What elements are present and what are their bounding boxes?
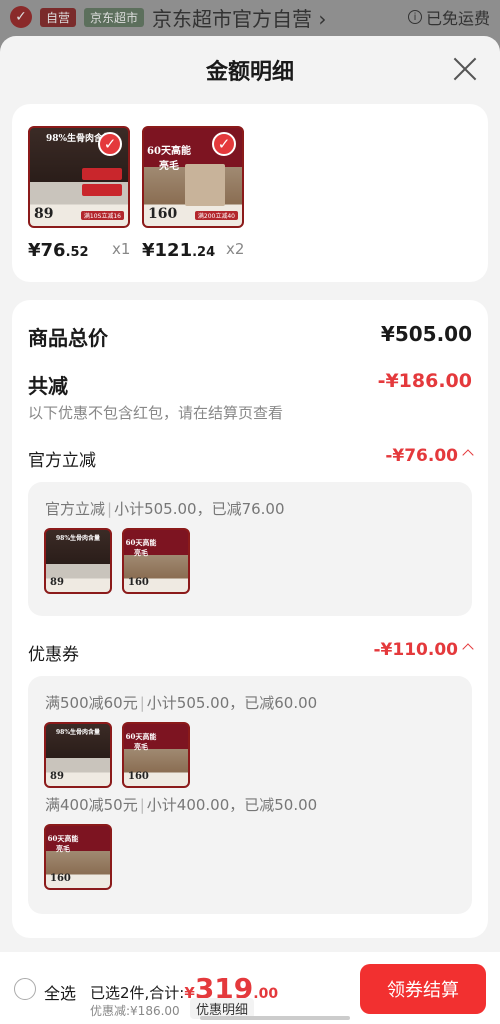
coupon-label: 优惠券 — [28, 645, 79, 665]
checkout-button[interactable]: 领券结算 — [360, 964, 486, 1014]
product-image-2[interactable]: 60天高能亮毛 160 — [44, 824, 112, 890]
reduce-value: -¥186.00 — [377, 370, 472, 392]
product-price-1: ¥76.52 — [28, 240, 89, 261]
official-panel: 官方立减 | 小计505.00，已减76.00 98%生骨肉含量 89 60天高能亮… — [28, 482, 472, 616]
checkout-bar: 全选 已选2件,合计:¥319.00 优惠减:¥186.00 优惠明细 领券结算 — [0, 952, 500, 1024]
total-value: ¥505.00 — [380, 322, 472, 346]
product-image-2[interactable]: 60天高能亮毛 160 — [122, 722, 190, 788]
product-price-2: ¥121.24 — [142, 240, 216, 261]
details-card: 商品总价 ¥505.00 共减 -¥186.00 以下优惠不包含红包，请在结算页… — [12, 300, 488, 938]
chevron-up-icon — [462, 643, 474, 655]
selected-check-icon[interactable]: ✓ — [212, 132, 236, 156]
market-badge: 京东超市 — [84, 7, 145, 27]
official-label: 官方立减 — [28, 451, 96, 471]
free-shipping: i 已免运费 — [407, 5, 490, 29]
coupon-toggle[interactable]: -¥110.00 — [374, 640, 474, 660]
sheet-title: 金额明细 — [205, 60, 294, 85]
home-indicator — [200, 1016, 350, 1020]
reduce-label: 共减 — [28, 374, 68, 398]
selected-check-icon[interactable]: ✓ — [98, 132, 122, 156]
official-toggle[interactable]: -¥76.00 — [385, 446, 474, 466]
self-operated-badge: 自营 — [40, 7, 77, 27]
discount-text: 优惠减:¥186.00 — [90, 1004, 180, 1018]
select-all-label[interactable]: 全选 — [44, 980, 76, 1004]
store-name: 京东超市官方自营 › — [152, 6, 327, 31]
coupon-line-1: 满500减60元 | 小计505.00，已减60.00 — [45, 694, 318, 712]
chevron-up-icon — [462, 449, 474, 461]
close-icon[interactable] — [452, 56, 478, 82]
total-label: 商品总价 — [28, 326, 108, 350]
official-line: 官方立减 | 小计505.00，已减76.00 — [45, 500, 285, 518]
product-qty-1: x1 — [112, 240, 131, 258]
reduce-note: 以下优惠不包含红包，请在结算页查看 — [28, 404, 284, 422]
product-qty-2: x2 — [226, 240, 245, 258]
product-image-2[interactable]: 60天高能亮毛 160 — [122, 528, 190, 594]
check-icon: ✓ — [10, 6, 32, 28]
amount-detail-sheet: 金额明细 98%生骨肉含量 89 满10S立减16 ✓ 60天高能亮毛 160 … — [0, 36, 500, 1024]
select-all-radio[interactable] — [14, 978, 36, 1000]
coupon-panel: 满500减60元 | 小计505.00，已减60.00 98%生骨肉含量 89 60… — [28, 676, 472, 914]
products-card: 98%生骨肉含量 89 满10S立减16 ✓ 60天高能亮毛 160 满200立… — [12, 104, 488, 282]
coupon-line-2: 满400减50元 | 小计400.00，已减50.00 — [45, 796, 318, 814]
product-image-1[interactable]: 98%生骨肉含量 89 — [44, 722, 112, 788]
product-image-1[interactable]: 98%生骨肉含量 89 — [44, 528, 112, 594]
info-icon: i — [407, 10, 422, 24]
